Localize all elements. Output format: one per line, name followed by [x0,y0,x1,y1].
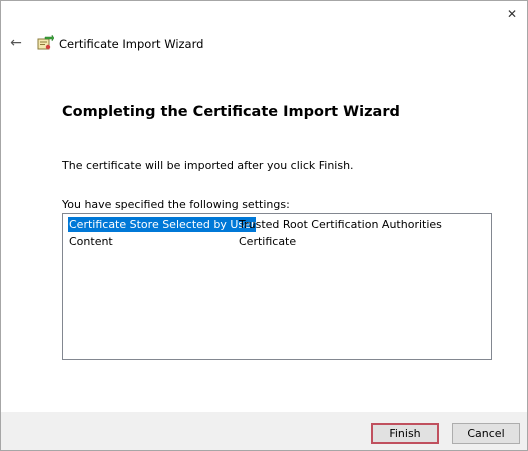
wizard-window: ✕ ← Certificate Import Wizard Completing… [0,0,528,451]
setting-value: Trusted Root Certification Authorities [239,218,442,231]
close-icon: ✕ [506,7,518,21]
cancel-button[interactable]: Cancel [452,423,520,444]
page-heading: Completing the Certificate Import Wizard [62,104,400,120]
back-arrow-icon: ← [10,35,22,51]
settings-row-store[interactable]: Certificate Store Selected by User Trust… [68,217,488,232]
back-button[interactable]: ← [7,34,25,52]
setting-name: Content [69,235,113,248]
settings-list[interactable]: Certificate Store Selected by User Trust… [62,213,492,360]
wizard-title: Certificate Import Wizard [59,37,204,51]
finish-button[interactable]: Finish [371,423,439,444]
setting-name: Certificate Store Selected by User [68,217,257,232]
close-button[interactable]: ✕ [497,1,527,27]
intro-text: The certificate will be imported after y… [62,159,354,172]
settings-label: You have specified the following setting… [62,198,290,211]
certificate-wizard-icon [36,34,55,52]
wizard-header: ← Certificate Import Wizard [1,29,527,59]
setting-value: Certificate [239,235,297,248]
button-bar: Finish Cancel [1,412,527,450]
settings-row-content[interactable]: Content Certificate [68,234,488,249]
